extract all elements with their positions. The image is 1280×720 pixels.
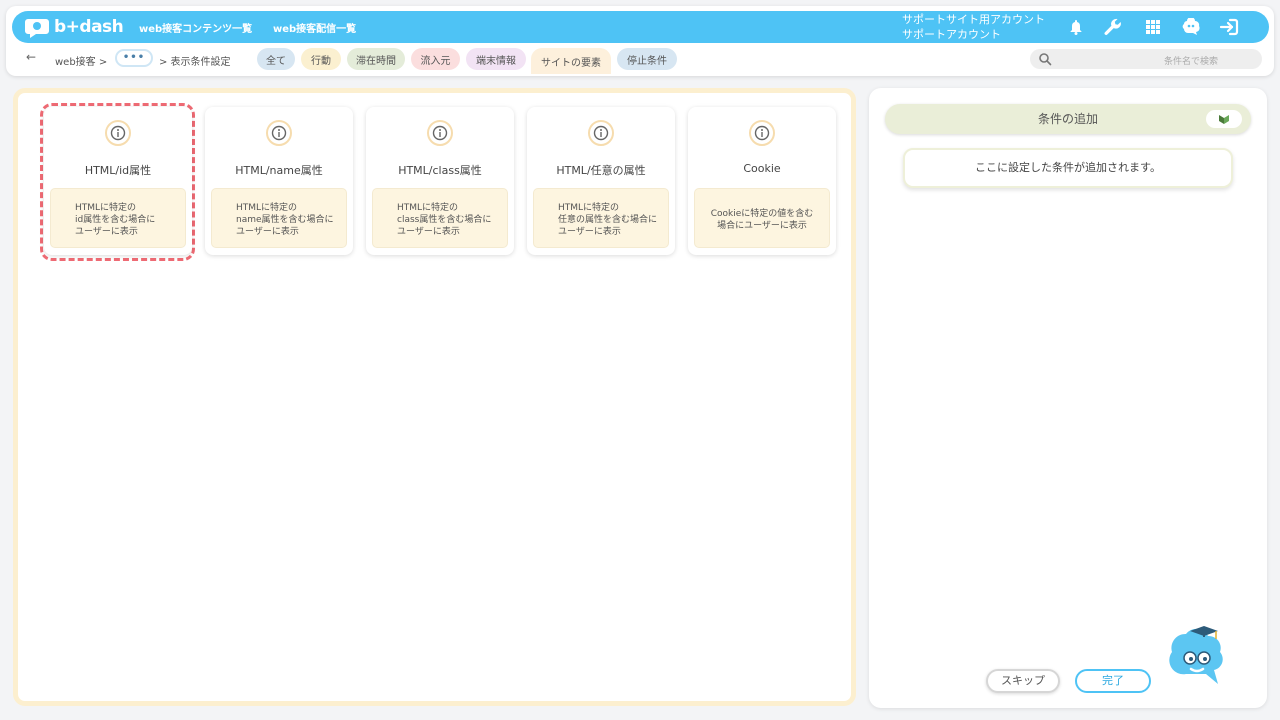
logo-text: b+dash bbox=[54, 17, 124, 37]
filter-chip-all[interactable]: 全て bbox=[257, 48, 295, 70]
card-title: HTML/name属性 bbox=[235, 164, 323, 177]
info-icon[interactable] bbox=[749, 120, 775, 146]
breadcrumb-current: > 表示条件設定 bbox=[159, 57, 231, 68]
mascot-brain-icon bbox=[1169, 626, 1223, 684]
card-description: Cookieに特定の値を含む 場合にユーザーに表示 bbox=[695, 189, 829, 247]
filter-chip-stay-time[interactable]: 滞在時間 bbox=[347, 48, 405, 70]
nav-web-delivery-list[interactable]: web接客配信一覧 bbox=[273, 20, 356, 35]
info-icon[interactable] bbox=[588, 120, 614, 146]
done-button[interactable]: 完了 bbox=[1075, 669, 1151, 693]
card-title: HTML/class属性 bbox=[398, 164, 482, 177]
breadcrumb-root[interactable]: web接客 > bbox=[55, 53, 107, 68]
filter-chip-referrer[interactable]: 流入元 bbox=[411, 48, 460, 70]
added-conditions-panel: 条件の追加 ここに設定した条件が追加されます。 スキップ 完了 bbox=[869, 88, 1267, 708]
account-info[interactable]: サポートサイト用アカウント サポートアカウント bbox=[902, 12, 1045, 42]
filter-chip-site-elements[interactable]: サイトの要素 bbox=[531, 48, 611, 74]
account-name: サポートアカウント bbox=[902, 28, 1001, 41]
breadcrumb-ellipsis-button[interactable]: ••• bbox=[115, 49, 153, 67]
card-description: HTMLに特定の class属性を含む場合に ユーザーに表示 bbox=[373, 189, 507, 247]
condition-card-cookie[interactable]: Cookie Cookieに特定の値を含む 場合にユーザーに表示 bbox=[688, 107, 836, 255]
condition-card-html-id[interactable]: HTML/id属性 HTMLに特定の id属性を含む場合に ユーザーに表示 bbox=[44, 107, 192, 255]
beginner-mark-icon bbox=[1219, 115, 1229, 124]
condition-card-html-name[interactable]: HTML/name属性 HTMLに特定の name属性を含む場合に ユーザーに表示 bbox=[205, 107, 353, 255]
card-description: HTMLに特定の name属性を含む場合に ユーザーに表示 bbox=[212, 189, 346, 247]
back-arrow-icon[interactable]: ← bbox=[26, 50, 36, 64]
filter-chip-device-info[interactable]: 端末情報 bbox=[466, 48, 526, 70]
filter-chip-stop-conditions[interactable]: 停止条件 bbox=[617, 48, 677, 70]
card-title: Cookie bbox=[743, 162, 781, 175]
logo[interactable]: b+dash bbox=[24, 15, 124, 39]
card-title: HTML/id属性 bbox=[84, 164, 152, 177]
top-navbar: b+dash web接客コンテンツ一覧 web接客配信一覧 サポートサイト用アカ… bbox=[12, 11, 1269, 43]
search-input[interactable]: 条件名で検索 bbox=[1030, 54, 1262, 67]
nav-web-content-list[interactable]: web接客コンテンツ一覧 bbox=[139, 20, 252, 35]
logout-icon[interactable] bbox=[1218, 16, 1240, 38]
grid-icon[interactable] bbox=[1142, 16, 1164, 38]
account-site-name: サポートサイト用アカウント bbox=[902, 13, 1045, 26]
collapse-toggle-button[interactable] bbox=[1206, 110, 1242, 128]
conditions-header: 条件の追加 bbox=[885, 104, 1251, 134]
condition-card-html-any-attribute[interactable]: HTML/任意の属性 HTMLに特定の 任意の属性を含む場合に ユーザーに表示 bbox=[527, 107, 675, 255]
search-bar[interactable]: 条件名で検索 bbox=[1030, 49, 1262, 69]
condition-catalog-panel: HTML/id属性 HTMLに特定の id属性を含む場合に ユーザーに表示 HTML… bbox=[13, 88, 856, 706]
logo-icon bbox=[25, 19, 49, 38]
condition-card-html-class[interactable]: HTML/class属性 HTMLに特定の class属性を含む場合に ユーザーに表… bbox=[366, 107, 514, 255]
card-description: HTMLに特定の 任意の属性を含む場合に ユーザーに表示 bbox=[534, 189, 668, 247]
card-description: HTMLに特定の id属性を含む場合に ユーザーに表示 bbox=[51, 189, 185, 247]
conditions-drop-zone[interactable]: ここに設定した条件が追加されます。 bbox=[903, 148, 1233, 188]
bell-icon[interactable] bbox=[1065, 16, 1087, 38]
wrench-icon[interactable] bbox=[1102, 16, 1124, 38]
sub-toolbar: ← web接客 > ••• > 表示条件設定 全て 行動 滞在時間 流入元 端末… bbox=[0, 48, 1280, 74]
info-icon[interactable] bbox=[427, 120, 453, 146]
skip-button[interactable]: スキップ bbox=[986, 669, 1060, 693]
info-icon[interactable] bbox=[266, 120, 292, 146]
card-title: HTML/任意の属性 bbox=[556, 164, 646, 177]
info-icon[interactable] bbox=[105, 120, 131, 146]
filter-chip-behavior[interactable]: 行動 bbox=[301, 48, 341, 70]
brain-icon[interactable] bbox=[1180, 16, 1202, 38]
